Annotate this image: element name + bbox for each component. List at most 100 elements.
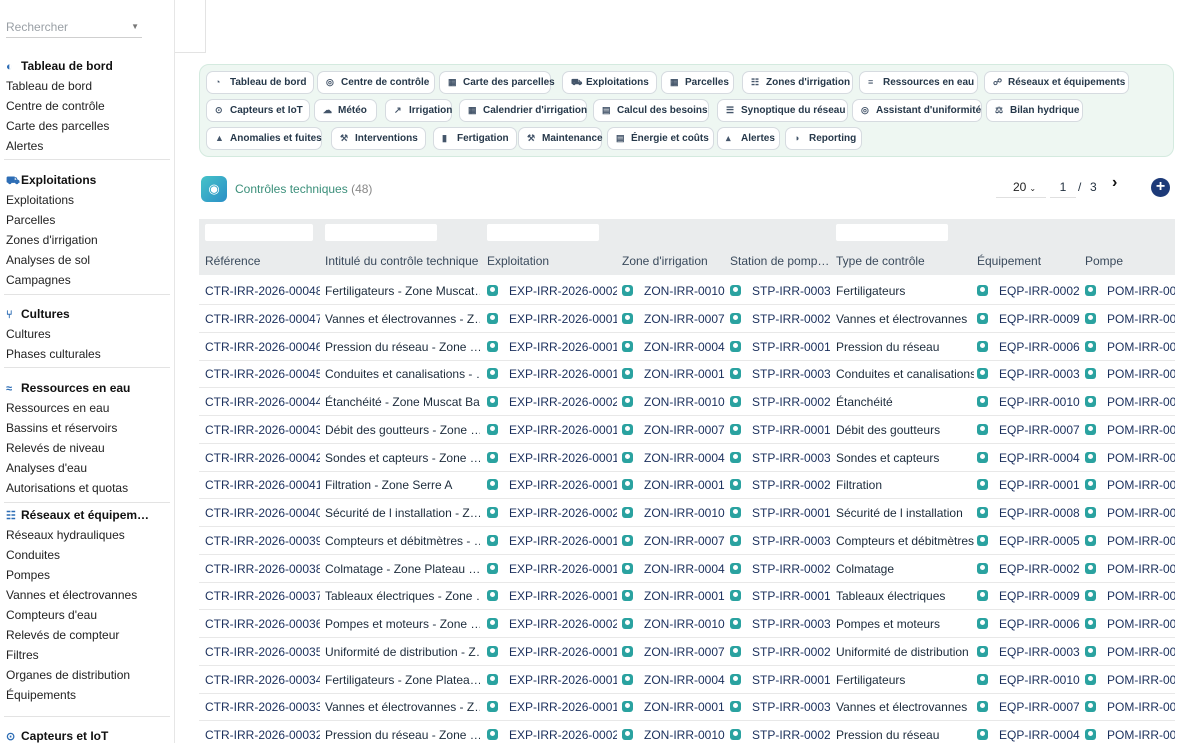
table-cell[interactable]: ZON-IRR-0010 [622, 617, 727, 631]
table-row[interactable]: CTR-IRR-2026-00034 Fertiligateurs - Zone … [199, 666, 1175, 694]
page-size-select[interactable]: 20 ⌄ [996, 177, 1046, 198]
table-cell[interactable]: POM-IRR-000 [1085, 534, 1175, 548]
table-cell[interactable]: STP-IRR-0002 [730, 728, 830, 742]
table-row[interactable]: CTR-IRR-2026-00032 Pression du réseau - Z… [199, 721, 1175, 743]
table-cell[interactable]: EXP-IRR-2026-0001 [487, 478, 617, 492]
table-cell[interactable]: CTR-IRR-2026-00044 [205, 395, 320, 409]
table-cell[interactable]: ZON-IRR-0007 [622, 645, 727, 659]
table-cell[interactable]: CTR-IRR-2026-00039 [205, 534, 320, 548]
table-cell[interactable]: CTR-IRR-2026-00046 [205, 340, 320, 354]
table-row[interactable]: CTR-IRR-2026-00033 Vannes et électrovanne… [199, 693, 1175, 722]
table-cell[interactable]: EXP-IRR-2026-0001 [487, 312, 617, 326]
nav-chip[interactable]: ▲ Anomalies et fuites [206, 127, 322, 150]
table-cell[interactable]: POM-IRR-000 [1085, 617, 1175, 631]
nav-chip[interactable]: ▦ Parcelles [661, 71, 734, 94]
table-cell[interactable]: CTR-IRR-2026-00033 [205, 700, 320, 714]
table-cell[interactable]: POM-IRR-000 [1085, 395, 1175, 409]
table-cell[interactable]: POM-IRR-000 [1085, 506, 1175, 520]
table-row[interactable]: CTR-IRR-2026-00039 Compteurs et débitmètr… [199, 527, 1175, 555]
nav-chip[interactable]: ⚒ Interventions [331, 127, 426, 150]
nav-chip[interactable]: ↗ Irrigation [385, 99, 452, 122]
sidebar-item[interactable]: Conduites [0, 545, 170, 565]
sidebar-item[interactable]: Alertes [0, 136, 170, 156]
table-cell[interactable]: STP-IRR-0001 [730, 506, 830, 520]
table-row[interactable]: CTR-IRR-2026-00047 Vannes et électrovanne… [199, 305, 1175, 333]
sidebar-item[interactable]: Exploitations [0, 190, 170, 210]
table-cell[interactable]: STP-IRR-0003 [730, 617, 830, 631]
table-cell[interactable]: ZON-IRR-0010 [622, 395, 727, 409]
nav-chip[interactable]: ⊙ Capteurs et IoT [206, 99, 310, 122]
table-cell[interactable]: ZON-IRR-0007 [622, 312, 727, 326]
table-cell[interactable]: EQP-IRR-0010 [977, 395, 1082, 409]
filter-exploitation-input[interactable] [487, 224, 599, 241]
sidebar-item[interactable]: Analyses d'eau [0, 458, 170, 478]
sidebar-item[interactable]: Relevés de niveau [0, 438, 170, 458]
table-cell[interactable]: POM-IRR-000 [1085, 284, 1175, 298]
sidebar-item[interactable]: Relevés de compteur [0, 625, 170, 645]
table-cell[interactable]: CTR-IRR-2026-00037 [205, 589, 320, 603]
table-cell[interactable]: EXP-IRR-2026-0001 [487, 451, 617, 465]
nav-chip[interactable]: ▤ Énergie et coûts [607, 127, 714, 150]
table-cell[interactable]: CTR-IRR-2026-00032 [205, 728, 320, 742]
table-cell[interactable]: ZON-IRR-0010 [622, 728, 727, 742]
table-cell[interactable]: EQP-IRR-0004 [977, 451, 1082, 465]
sidebar-item[interactable]: Zones d'irrigation [0, 230, 170, 250]
filter-type-input[interactable] [836, 224, 948, 241]
table-cell[interactable]: POM-IRR-000 [1085, 312, 1175, 326]
table-cell[interactable]: EQP-IRR-0002 [977, 562, 1082, 576]
table-cell[interactable]: EQP-IRR-0006 [977, 340, 1082, 354]
nav-chip[interactable]: ☰ Synoptique du réseau [717, 99, 848, 122]
table-cell[interactable]: STP-IRR-0001 [730, 340, 830, 354]
nav-chip[interactable]: ☍ Réseaux et équipements [984, 71, 1129, 94]
sidebar-item[interactable]: Campagnes [0, 270, 170, 290]
table-cell[interactable]: STP-IRR-0002 [730, 312, 830, 326]
table-cell[interactable]: ZON-IRR-0001 [622, 700, 727, 714]
table-row[interactable]: CTR-IRR-2026-00037 Tableaux électriques -… [199, 582, 1175, 611]
table-cell[interactable]: EXP-IRR-2026-0002 [487, 728, 617, 742]
table-cell[interactable]: STP-IRR-0002 [730, 645, 830, 659]
table-cell[interactable]: EQP-IRR-0003 [977, 367, 1082, 381]
sidebar-item[interactable]: Vannes et électrovannes [0, 585, 170, 605]
table-row[interactable]: CTR-IRR-2026-00044 Étanchéité - Zone Musc… [199, 388, 1175, 416]
nav-chip[interactable]: ◎ Centre de contrôle [317, 71, 435, 94]
table-cell[interactable]: ZON-IRR-0004 [622, 562, 727, 576]
table-cell[interactable]: CTR-IRR-2026-00034 [205, 673, 320, 687]
table-cell[interactable]: ZON-IRR-0010 [622, 284, 727, 298]
table-row[interactable]: CTR-IRR-2026-00038 Colmatage - Zone Plate… [199, 555, 1175, 583]
table-cell[interactable]: CTR-IRR-2026-00035 [205, 645, 320, 659]
nav-chip[interactable]: ☁ Météo [314, 99, 377, 122]
table-cell[interactable]: STP-IRR-0002 [730, 395, 830, 409]
table-row[interactable]: CTR-IRR-2026-00046 Pression du réseau - Z… [199, 333, 1175, 361]
table-cell[interactable]: EQP-IRR-0007 [977, 700, 1082, 714]
table-cell[interactable]: POM-IRR-000 [1085, 367, 1175, 381]
table-cell[interactable]: EQP-IRR-0009 [977, 589, 1082, 603]
column-header[interactable]: Référence [205, 254, 320, 268]
table-cell[interactable]: STP-IRR-0002 [730, 478, 830, 492]
nav-chip[interactable]: ◔ Tableau de bord [206, 71, 314, 94]
table-cell[interactable]: EXP-IRR-2026-0001 [487, 645, 617, 659]
table-row[interactable]: CTR-IRR-2026-00048 Fertiligateurs - Zone … [199, 277, 1175, 305]
table-row[interactable]: CTR-IRR-2026-00042 Sondes et capteurs - Z… [199, 444, 1175, 472]
table-cell[interactable]: ZON-IRR-0004 [622, 340, 727, 354]
search-input[interactable]: Rechercher ▼ [6, 16, 142, 38]
table-row[interactable]: CTR-IRR-2026-00035 Uniformité de distribu… [199, 638, 1175, 666]
sidebar-item[interactable]: Filtres [0, 645, 170, 665]
sidebar-section-header[interactable]: ⊙ Capteurs et IoT [0, 726, 170, 743]
table-cell[interactable]: STP-IRR-0003 [730, 700, 830, 714]
sidebar-section-header[interactable]: ⑂ Cultures [0, 304, 170, 324]
table-cell[interactable]: ZON-IRR-0001 [622, 478, 727, 492]
page-number-input[interactable]: 1 [1050, 177, 1076, 198]
table-cell[interactable]: EXP-IRR-2026-0001 [487, 673, 617, 687]
sidebar-section-header[interactable]: ◐ Tableau de bord [0, 56, 170, 76]
nav-chip[interactable]: ◎ Assistant d'uniformité [852, 99, 982, 122]
nav-chip[interactable]: ◑ Reporting [785, 127, 862, 150]
nav-chip[interactable]: ≡ Ressources en eau [859, 71, 978, 94]
table-cell[interactable]: STP-IRR-0001 [730, 423, 830, 437]
nav-chip[interactable]: ▦ Carte des parcelles [439, 71, 555, 94]
column-header[interactable]: Équipement [977, 254, 1082, 268]
table-cell[interactable]: STP-IRR-0002 [730, 562, 830, 576]
sidebar-section-header[interactable]: ☷ Réseaux et équipem… [0, 505, 170, 525]
nav-chip[interactable]: ▮ Fertigation [433, 127, 517, 150]
sidebar-item[interactable]: Centre de contrôle [0, 96, 170, 116]
table-cell[interactable]: CTR-IRR-2026-00047 [205, 312, 320, 326]
